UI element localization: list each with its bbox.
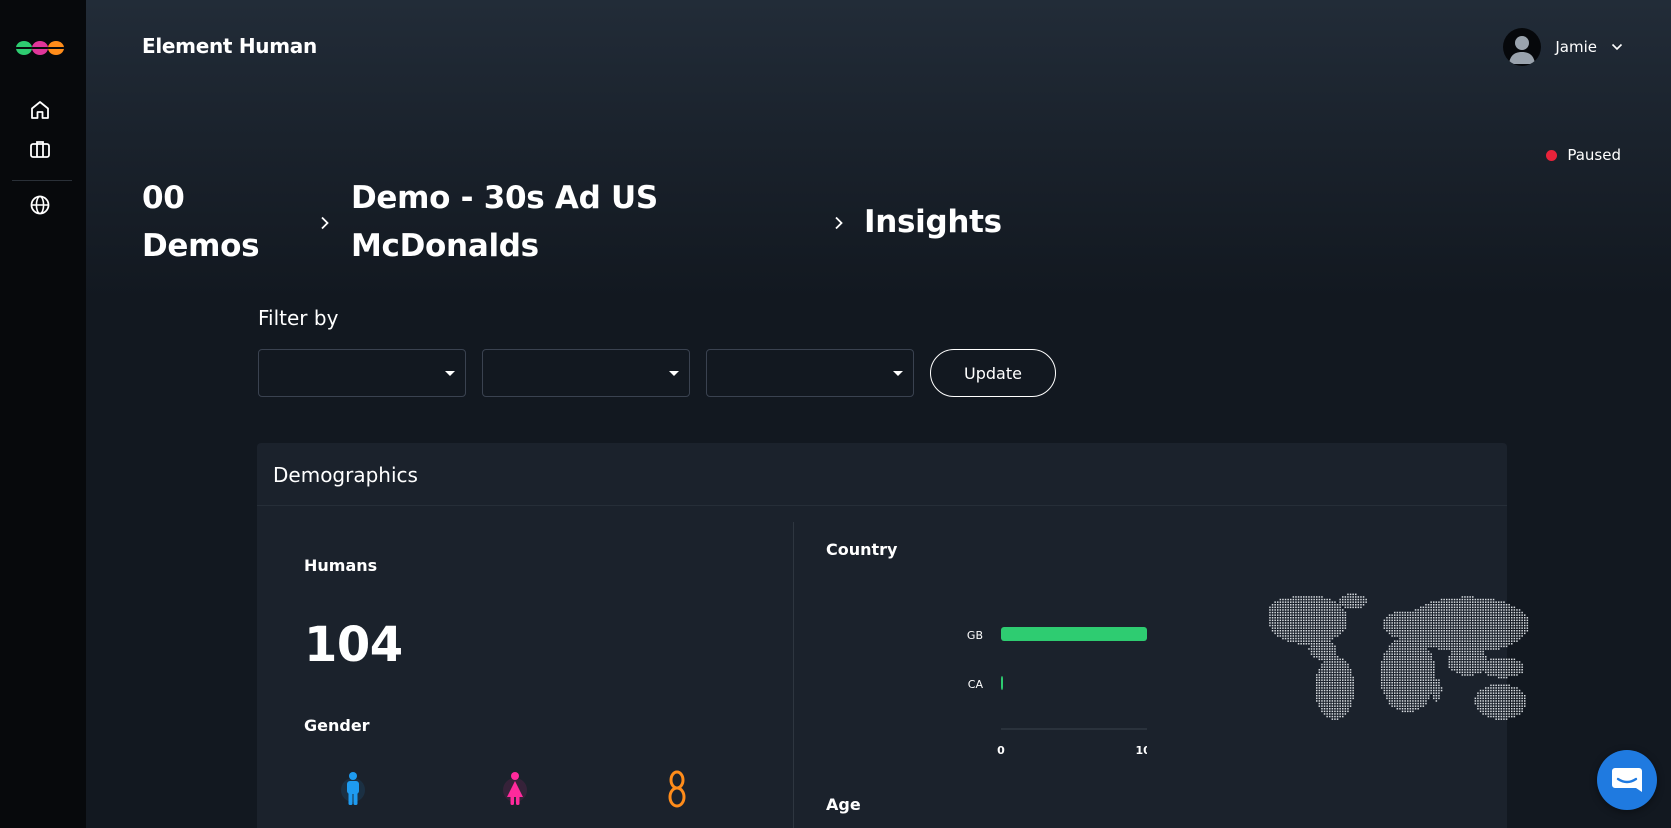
filter-select-3[interactable] (706, 349, 914, 397)
status-indicator: Paused (1546, 146, 1621, 164)
column-divider (793, 522, 794, 828)
filter-select-1[interactable] (258, 349, 466, 397)
humans-label: Humans (304, 556, 378, 575)
non-binary-icon (668, 770, 686, 808)
gender-label: Gender (304, 716, 370, 735)
chevron-right-icon (835, 216, 843, 230)
country-label-ca: CA (968, 678, 984, 691)
breadcrumb-demos-line1: 00 (142, 180, 185, 216)
sidebar (0, 0, 86, 828)
app-title: Element Human (142, 34, 317, 58)
demographics-title: Demographics (273, 463, 418, 487)
country-bar-chart: GB CA 0 103 (967, 627, 1147, 757)
breadcrumb-demos[interactable]: 00 Demos (142, 174, 260, 270)
chat-button[interactable] (1597, 750, 1657, 810)
breadcrumb-insights: Insights (864, 204, 1002, 240)
user-name: Jamie (1555, 38, 1597, 56)
chevron-down-icon (1611, 43, 1623, 51)
world-map-dots (1269, 593, 1529, 720)
breadcrumb-demos-line2: Demos (142, 228, 260, 264)
status-label: Paused (1567, 146, 1621, 164)
country-bar-ca (1001, 676, 1003, 690)
country-label: Country (826, 540, 898, 559)
logo-dot-green (16, 41, 32, 55)
briefcase-icon[interactable] (28, 137, 52, 161)
breadcrumb-demo-line2: McDonalds (351, 228, 539, 264)
x-tick-label: 103 (1136, 744, 1147, 757)
logo-dot-pink (32, 41, 48, 55)
world-map (1269, 593, 1529, 720)
avatar (1503, 28, 1542, 66)
country-label-gb: GB (967, 629, 983, 642)
chevron-right-icon (321, 216, 329, 230)
demographics-card: Demographics Humans 104 Gender Country G… (257, 443, 1529, 828)
breadcrumb-demo[interactable]: Demo - 30s Ad US McDonalds (351, 174, 658, 270)
breadcrumb-demo-line1: Demo - 30s Ad US (351, 180, 658, 216)
main-content: Element Human Jamie Paused 00 Demos Demo… (86, 0, 1671, 828)
chat-icon (1612, 768, 1642, 792)
globe-icon[interactable] (28, 193, 52, 217)
user-menu[interactable]: Jamie (1503, 28, 1623, 66)
age-label: Age (826, 795, 861, 814)
female-icon (503, 772, 527, 805)
sidebar-divider (12, 180, 72, 181)
status-dot (1546, 149, 1558, 161)
country-bar-gb (1001, 627, 1147, 641)
update-button[interactable]: Update (930, 349, 1056, 397)
filter-select-2[interactable] (482, 349, 690, 397)
home-icon[interactable] (28, 98, 52, 122)
user-avatar-icon (1509, 36, 1536, 64)
x-tick-label: 0 (997, 744, 1005, 757)
male-icon (341, 772, 365, 805)
logo-dot-orange (48, 41, 64, 55)
filter-label: Filter by (258, 306, 339, 330)
humans-count: 104 (304, 617, 403, 673)
card-divider (257, 505, 1507, 506)
